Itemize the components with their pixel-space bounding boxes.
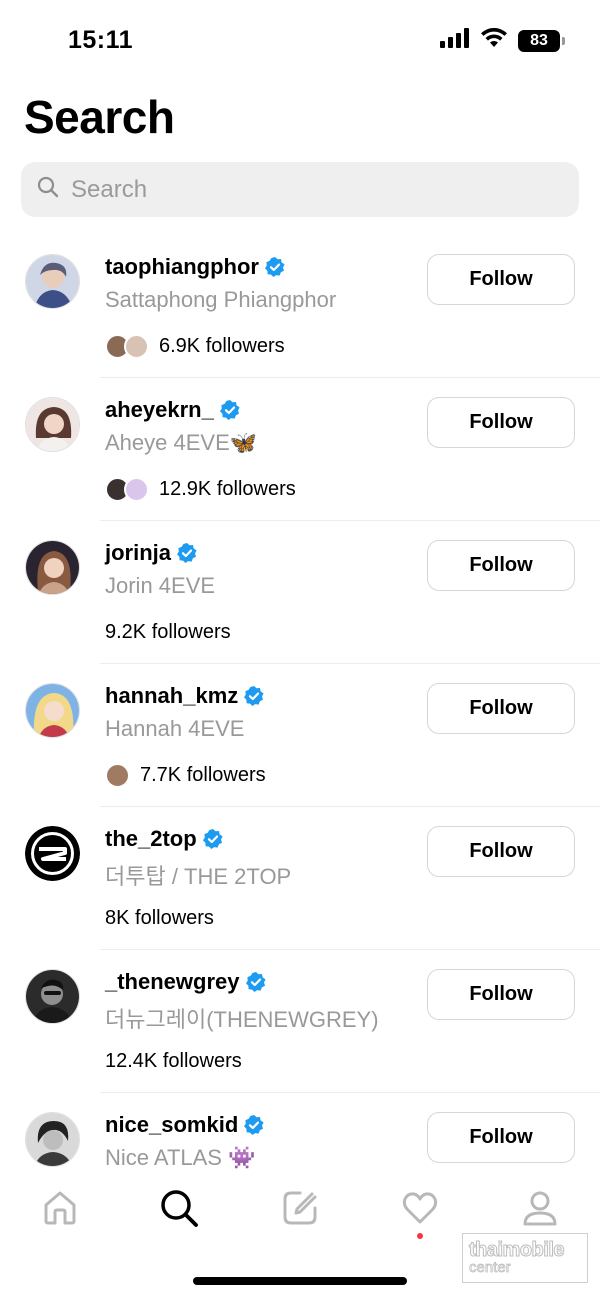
followers-count: 8K followers — [105, 906, 214, 929]
nav-profile[interactable] — [518, 1186, 562, 1230]
username[interactable]: aheyekrn_ — [105, 397, 214, 423]
home-indicator[interactable] — [193, 1277, 407, 1285]
followers-line: 8K followers — [105, 905, 214, 931]
compose-icon — [283, 1191, 317, 1225]
display-name: Jorin 4EVE — [105, 573, 216, 598]
username[interactable]: hannah_kmz — [105, 683, 238, 709]
profile-icon — [523, 1191, 557, 1226]
battery-icon: 83 — [518, 29, 565, 52]
nav-home[interactable] — [38, 1186, 82, 1230]
username[interactable]: the_2top — [105, 826, 197, 852]
avatar[interactable] — [25, 683, 80, 738]
status-time: 15:11 — [68, 26, 134, 54]
status-bar: 15:11 83 — [0, 0, 600, 80]
watermark-line1: thaimobile — [469, 1239, 566, 1261]
display-name: Aheye 4EVE🦋 — [105, 430, 258, 455]
signal-icon — [440, 28, 470, 53]
mutual-avatar — [105, 762, 130, 788]
username[interactable]: nice_somkid — [105, 1112, 238, 1138]
search-icon — [161, 1190, 198, 1227]
follow-button[interactable]: Follow — [427, 254, 575, 305]
list-item[interactable]: aheyekrn_ Aheye 4EVE🦋 12.9K followers Fo… — [0, 378, 600, 521]
verified-badge-icon — [177, 543, 197, 563]
followers-line: 12.9K followers — [105, 476, 296, 502]
wifi-icon — [480, 27, 508, 53]
nav-compose[interactable] — [278, 1186, 322, 1230]
display-name: 더투탑 / THE 2TOP — [105, 864, 292, 889]
search-input[interactable] — [71, 175, 551, 204]
verified-badge-icon — [219, 400, 240, 420]
follow-button[interactable]: Follow — [427, 397, 575, 448]
verified-badge-icon — [264, 257, 285, 277]
followers-count: 12.4K followers — [105, 1049, 242, 1072]
display-name: 더뉴그레이(THENEWGREY) — [105, 1007, 379, 1032]
username[interactable]: taophiangphor — [105, 254, 259, 280]
followers-count: 12.9K followers — [159, 477, 296, 500]
heart-icon — [402, 1192, 438, 1224]
search-icon — [37, 176, 59, 203]
page-title: Search — [24, 91, 175, 143]
bottom-nav — [0, 1172, 600, 1242]
battery-level: 83 — [530, 31, 548, 49]
search-results-list: taophiangphor Sattaphong Phiangphor 6.9K… — [0, 235, 600, 1170]
watermark: thaimobile center — [462, 1233, 588, 1283]
avatar[interactable] — [25, 397, 80, 452]
verified-badge-icon — [202, 829, 223, 849]
follow-button[interactable]: Follow — [427, 683, 575, 734]
list-item[interactable]: the_2top 더투탑 / THE 2TOP 8K followers Fol… — [0, 807, 600, 950]
nav-activity[interactable] — [398, 1186, 442, 1230]
notification-dot — [417, 1233, 423, 1239]
followers-line: 9.2K followers — [105, 619, 231, 645]
avatar[interactable] — [25, 1112, 80, 1167]
nav-search[interactable] — [157, 1186, 201, 1230]
list-item[interactable]: nice_somkid Nice ATLAS 👾 Follow — [0, 1093, 600, 1170]
mutual-avatar — [124, 333, 149, 359]
display-name: Hannah 4EVE — [105, 716, 245, 741]
follow-button[interactable]: Follow — [427, 540, 575, 591]
followers-count: 9.2K followers — [105, 620, 231, 643]
follow-button[interactable]: Follow — [427, 969, 575, 1020]
mutual-avatar — [124, 476, 149, 502]
followers-count: 6.9K followers — [159, 334, 285, 357]
list-item[interactable]: taophiangphor Sattaphong Phiangphor 6.9K… — [0, 235, 600, 378]
list-item[interactable]: _thenewgrey 더뉴그레이(THENEWGREY) 12.4K foll… — [0, 950, 600, 1093]
username[interactable]: _thenewgrey — [105, 969, 240, 995]
display-name: Sattaphong Phiangphor — [105, 287, 337, 312]
avatar[interactable] — [25, 540, 80, 595]
list-item[interactable]: jorinja Jorin 4EVE 9.2K followers Follow — [0, 521, 600, 664]
avatar[interactable] — [25, 826, 80, 881]
followers-line: 7.7K followers — [105, 762, 266, 788]
status-icons: 83 — [440, 27, 565, 53]
avatar[interactable] — [25, 969, 80, 1024]
username[interactable]: jorinja — [105, 540, 171, 566]
followers-line: 12.4K followers — [105, 1048, 242, 1074]
search-bar[interactable] — [21, 162, 579, 217]
verified-badge-icon — [245, 972, 266, 992]
follow-button[interactable]: Follow — [427, 1112, 575, 1163]
list-item[interactable]: hannah_kmz Hannah 4EVE 7.7K followers Fo… — [0, 664, 600, 807]
followers-line: 6.9K followers — [105, 333, 285, 359]
followers-count: 7.7K followers — [140, 763, 266, 786]
avatar[interactable] — [25, 254, 80, 309]
verified-badge-icon — [244, 1115, 264, 1135]
follow-button[interactable]: Follow — [427, 826, 575, 877]
home-icon — [44, 1191, 76, 1225]
verified-badge-icon — [244, 686, 264, 706]
display-name: Nice ATLAS 👾 — [105, 1145, 256, 1170]
watermark-line2: center — [469, 1259, 512, 1276]
